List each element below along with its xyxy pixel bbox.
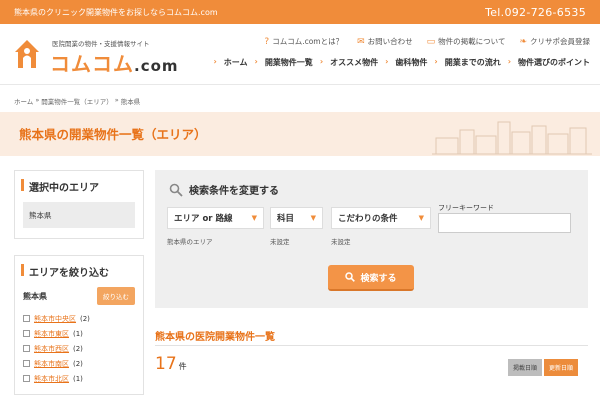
nav-recommended[interactable]: オススメ物件	[330, 57, 378, 68]
search-icon	[345, 272, 356, 282]
link-about[interactable]: ? コムコム.comとは？	[264, 36, 343, 47]
header-divider	[0, 84, 600, 85]
checkbox[interactable]	[23, 360, 30, 367]
page-banner: 熊本県の開業物件一覧（エリア）	[0, 112, 600, 156]
breadcrumb-separator: »	[35, 96, 40, 104]
nav-arrow-icon: ›	[385, 57, 389, 66]
nav-arrow-icon: ›	[434, 57, 438, 66]
nav-arrow-icon: ›	[254, 57, 258, 66]
selected-area-value: 熊本県	[23, 202, 135, 228]
logo-name: コムコム.com	[50, 52, 179, 76]
result-count: 17 件	[155, 354, 187, 374]
city-option[interactable]: 熊本市西区 (2)	[15, 341, 143, 356]
city-option[interactable]: 熊本市南区 (2)	[15, 356, 143, 371]
caret-down-icon: ▼	[251, 214, 257, 222]
link-member-register[interactable]: ❧ クリサポ会員登録	[519, 36, 590, 47]
department-select-hint: 未設定	[270, 238, 290, 246]
keyword-label: フリーキーワード	[438, 204, 494, 212]
link-contact[interactable]: ✉ お問い合わせ	[357, 36, 413, 47]
area-select-hint: 熊本県のエリア	[167, 238, 213, 246]
nav-home[interactable]: ホーム	[224, 57, 248, 68]
house-logo-icon	[15, 40, 39, 68]
keyword-input[interactable]	[438, 213, 571, 233]
site-tagline: 熊本県のクリニック開業物件をお探しならコムコム.com	[14, 7, 218, 17]
sort-buttons: 掲載日順 更新日順	[508, 359, 579, 376]
cityscape-illustration	[432, 121, 592, 155]
narrow-button[interactable]: 絞り込む	[97, 287, 135, 305]
nav-arrow-icon: ›	[507, 57, 511, 66]
prefecture-label: 熊本県	[23, 291, 47, 301]
logo-tagline: 医院開業の物件・支援情報サイト	[52, 40, 150, 48]
city-option[interactable]: 熊本市中央区 (2)	[15, 311, 143, 326]
site-logo[interactable]: 医院開業の物件・支援情報サイト コムコム.com	[14, 36, 184, 76]
search-panel: 検索条件を変更する エリア or 路線 ▼ 熊本県のエリア 科目 ▼ 未設定 こだわ…	[155, 170, 588, 308]
sort-by-posted-button[interactable]: 掲載日順	[508, 359, 543, 376]
area-select[interactable]: エリア or 路線 ▼	[167, 207, 264, 229]
city-option[interactable]: 熊本市北区 (1)	[15, 371, 143, 386]
sidebar: 選択中のエリア 熊本県 エリアを絞り込む 熊本県 絞り込む 熊本市中央区 (2) …	[14, 170, 144, 395]
nav-arrow-icon: ›	[213, 57, 217, 66]
nav-listings[interactable]: 開業物件一覧	[265, 57, 313, 68]
nav-dental[interactable]: 歯科物件	[395, 57, 427, 68]
breadcrumb: ホーム » 開業物件一覧（エリア） » 熊本県	[14, 96, 140, 106]
utility-links: ? コムコム.comとは？ ✉ お問い合わせ ▭ 物件の掲載について ❧ クリサポ会員登…	[264, 36, 590, 47]
condition-select-hint: 未設定	[331, 238, 351, 246]
link-listing-info[interactable]: ▭ 物件の掲載について	[427, 36, 506, 47]
checkbox[interactable]	[23, 345, 30, 352]
checkbox[interactable]	[23, 330, 30, 337]
leaf-icon: ❧	[519, 36, 527, 47]
department-select[interactable]: 科目 ▼	[270, 207, 323, 229]
narrow-area-heading: エリアを絞り込む	[15, 256, 143, 287]
breadcrumb-home[interactable]: ホーム	[14, 96, 33, 106]
monitor-icon: ▭	[426, 36, 436, 47]
sort-by-updated-button[interactable]: 更新日順	[544, 359, 579, 376]
phone-number[interactable]: Tel.092-726-6535	[485, 6, 586, 19]
breadcrumb-listings[interactable]: 開業物件一覧（エリア）	[41, 96, 113, 106]
nav-points[interactable]: 物件選びのポイント	[518, 57, 590, 68]
search-panel-title: 検索条件を変更する	[169, 182, 279, 197]
condition-select[interactable]: こだわりの条件 ▼	[331, 207, 431, 229]
checkbox[interactable]	[23, 315, 30, 322]
global-nav: › ホーム › 開業物件一覧 › オススメ物件 › 歯科物件 › 開業までの流れ › 物件選…	[213, 57, 590, 68]
search-settings-icon	[169, 183, 183, 197]
selected-area-box: 選択中のエリア 熊本県	[14, 170, 144, 239]
mail-icon: ✉	[357, 36, 365, 47]
listing-section-title: 熊本県の医院開業物件一覧	[155, 332, 275, 343]
narrow-area-box: エリアを絞り込む 熊本県 絞り込む 熊本市中央区 (2) 熊本市東区 (1) 熊本市…	[14, 255, 144, 395]
caret-down-icon: ▼	[310, 214, 316, 222]
listing-divider	[155, 345, 588, 346]
selected-area-heading: 選択中のエリア	[15, 171, 143, 202]
checkbox[interactable]	[23, 375, 30, 382]
top-bar: 熊本県のクリニック開業物件をお探しならコムコム.com Tel.092-726-…	[0, 0, 600, 24]
nav-arrow-icon: ›	[319, 57, 324, 66]
breadcrumb-separator: »	[114, 96, 119, 104]
page-title: 熊本県の開業物件一覧（エリア）	[19, 127, 207, 142]
site-header: 医院開業の物件・支援情報サイト コムコム.com ? コムコム.comとは？ ✉ お…	[0, 24, 600, 80]
caret-down-icon: ▼	[418, 214, 424, 222]
nav-flow[interactable]: 開業までの流れ	[445, 57, 501, 68]
search-button[interactable]: 検索する	[328, 265, 414, 291]
breadcrumb-current: 熊本県	[120, 98, 141, 106]
city-option[interactable]: 熊本市東区 (1)	[15, 326, 143, 341]
question-icon: ?	[264, 36, 270, 47]
